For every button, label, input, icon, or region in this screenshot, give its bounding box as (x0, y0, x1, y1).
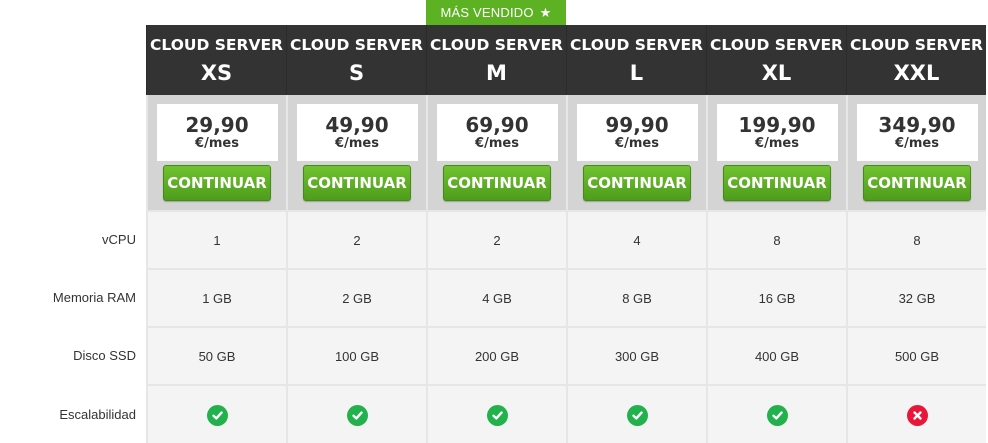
price-cell-l: 99,90 €/mes CONTINUAR (566, 95, 706, 210)
ram-value: 8 GB (566, 268, 706, 326)
plan-size: S (348, 61, 365, 85)
best-seller-badge: MÁS VENDIDO ★ (426, 0, 566, 25)
ssd-value: 500 GB (846, 326, 986, 384)
check-icon (486, 404, 508, 426)
price-amount: 29,90 (185, 112, 249, 137)
scalability-value (286, 384, 426, 443)
price-box: 69,90 €/mes (436, 104, 558, 161)
scalability-value (146, 384, 286, 443)
check-icon (626, 404, 648, 426)
price-period: €/mes (475, 135, 519, 151)
ssd-value: 50 GB (146, 326, 286, 384)
ssd-value: 200 GB (426, 326, 566, 384)
ssd-value: 400 GB (706, 326, 846, 384)
price-period: €/mes (615, 135, 659, 151)
plan-header-m: CLOUD SERVER M (426, 25, 566, 95)
vcpu-value: 2 (286, 210, 426, 268)
price-box: 199,90 €/mes (716, 104, 838, 161)
continue-button-s[interactable]: CONTINUAR (303, 165, 411, 201)
price-cell-xs: 29,90 €/mes CONTINUAR (146, 95, 286, 210)
plan-size: M (486, 61, 507, 85)
ram-value: 4 GB (426, 268, 566, 326)
scalability-value (846, 384, 986, 443)
price-period: €/mes (335, 135, 379, 151)
price-period: €/mes (755, 135, 799, 151)
price-cell-m: 69,90 €/mes CONTINUAR (426, 95, 566, 210)
row-label-ssd: Disco SSD (73, 347, 136, 363)
pricing-table: CLOUD SERVER XS CLOUD SERVER S CLOUD SER… (0, 25, 988, 443)
ram-value: 1 GB (146, 268, 286, 326)
price-cell-xl: 199,90 €/mes CONTINUAR (706, 95, 846, 210)
vcpu-value: 1 (146, 210, 286, 268)
price-amount: 199,90 (738, 112, 816, 137)
price-amount: 69,90 (465, 112, 529, 137)
scalability-value (426, 384, 566, 443)
plan-header-xs: CLOUD SERVER XS (146, 25, 286, 95)
plan-header-xl: CLOUD SERVER XL (706, 25, 846, 95)
scalability-value (706, 384, 846, 443)
price-spacer (0, 95, 146, 210)
price-period: €/mes (895, 135, 939, 151)
continue-button-xs[interactable]: CONTINUAR (163, 165, 271, 201)
plan-line1: CLOUD SERVER (850, 36, 983, 54)
check-icon (346, 404, 368, 426)
plan-line1: CLOUD SERVER (570, 36, 703, 54)
cross-icon (906, 404, 928, 426)
plan-header-xxl: CLOUD SERVER XXL (846, 25, 986, 95)
continue-button-xl[interactable]: CONTINUAR (723, 165, 831, 201)
best-seller-label: MÁS VENDIDO (440, 5, 534, 20)
plan-size: L (629, 61, 644, 85)
ram-value: 32 GB (846, 268, 986, 326)
row-label-vcpu: vCPU (102, 231, 136, 247)
plan-size: XS (200, 61, 233, 85)
plan-header-l: CLOUD SERVER L (566, 25, 706, 95)
vcpu-value: 8 (706, 210, 846, 268)
row-label-ram: Memoria RAM (52, 289, 136, 305)
vcpu-value: 4 (566, 210, 706, 268)
plan-size: XL (761, 61, 792, 85)
vcpu-value: 8 (846, 210, 986, 268)
check-icon (206, 404, 228, 426)
price-cell-xxl: 349,90 €/mes CONTINUAR (846, 95, 986, 210)
plan-line1: CLOUD SERVER (290, 36, 423, 54)
plan-header-s: CLOUD SERVER S (286, 25, 426, 95)
price-box: 349,90 €/mes (856, 104, 978, 161)
price-period: €/mes (195, 135, 239, 151)
ram-value: 2 GB (286, 268, 426, 326)
plan-line1: CLOUD SERVER (150, 36, 283, 54)
continue-button-l[interactable]: CONTINUAR (583, 165, 691, 201)
price-amount: 49,90 (325, 112, 389, 137)
price-box: 29,90 €/mes (156, 104, 278, 161)
row-label-scalability: Escalabilidad (59, 406, 136, 422)
price-box: 99,90 €/mes (576, 104, 698, 161)
plan-line1: CLOUD SERVER (430, 36, 563, 54)
price-amount: 99,90 (605, 112, 669, 137)
scalability-value (566, 384, 706, 443)
price-box: 49,90 €/mes (296, 104, 418, 161)
vcpu-value: 2 (426, 210, 566, 268)
ram-value: 16 GB (706, 268, 846, 326)
plan-size: XXL (893, 61, 940, 85)
continue-button-m[interactable]: CONTINUAR (443, 165, 551, 201)
star-icon: ★ (539, 5, 552, 20)
ssd-value: 100 GB (286, 326, 426, 384)
price-amount: 349,90 (878, 112, 956, 137)
ssd-value: 300 GB (566, 326, 706, 384)
plan-line1: CLOUD SERVER (710, 36, 843, 54)
continue-button-xxl[interactable]: CONTINUAR (863, 165, 971, 201)
check-icon (766, 404, 788, 426)
price-cell-s: 49,90 €/mes CONTINUAR (286, 95, 426, 210)
header-spacer (0, 25, 146, 95)
